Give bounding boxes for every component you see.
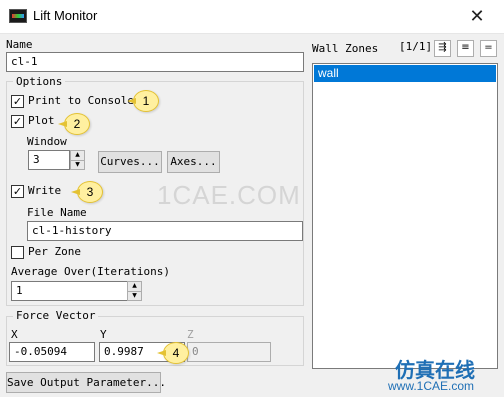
select-all-icon[interactable]: ⇶ [434, 40, 451, 57]
y-label: Y [100, 328, 107, 341]
window-title: Lift Monitor [33, 8, 98, 23]
list-item[interactable]: wall [314, 65, 496, 82]
spin-up-icon[interactable]: ▲ [128, 282, 141, 292]
name-input[interactable]: cl-1 [6, 52, 304, 72]
force-vector-title: Force Vector [13, 309, 99, 322]
wall-zones-list[interactable]: wall [312, 63, 498, 369]
file-name-input[interactable]: cl-1-history [27, 221, 303, 241]
x-label: X [11, 328, 18, 341]
app-icon [9, 9, 27, 23]
force-x-input[interactable]: -0.05094 [9, 342, 95, 362]
average-over-input[interactable]: 1 [11, 281, 128, 301]
wall-zones-count: [1/1] [399, 40, 433, 53]
list-icon[interactable]: ≡ [457, 40, 474, 57]
plot-label: Plot [28, 114, 55, 127]
axes-button[interactable]: Axes... [167, 151, 220, 173]
average-over-spinner[interactable]: ▲ ▼ [127, 281, 142, 301]
average-over-label: Average Over(Iterations) [11, 265, 170, 278]
write-label: Write [28, 184, 62, 197]
watermark: 1CAE.COM [157, 180, 301, 210]
per-zone-label: Per Zone [28, 245, 81, 258]
z-label: Z [187, 328, 194, 341]
file-name-label: File Name [27, 206, 87, 219]
watermark-url: www.1CAE.com [388, 379, 475, 393]
deselect-all-icon[interactable]: = [480, 40, 497, 57]
window-input[interactable]: 3 [28, 150, 70, 170]
print-to-console-checkbox[interactable]: ✓ [11, 95, 24, 108]
spin-down-icon[interactable]: ▼ [128, 292, 141, 301]
close-button[interactable]: ✕ [465, 4, 489, 28]
wall-zones-label: Wall Zones [312, 42, 379, 55]
window-spinner[interactable]: ▲ ▼ [70, 150, 85, 170]
spin-up-icon[interactable]: ▲ [71, 151, 84, 161]
save-output-parameter-button[interactable]: Save Output Parameter... [6, 372, 166, 393]
name-label: Name [6, 38, 33, 51]
callout-4: 4 [157, 342, 189, 364]
options-title: Options [13, 75, 66, 88]
spin-down-icon[interactable]: ▼ [71, 161, 84, 170]
callout-1: 1 [127, 90, 159, 112]
print-to-console-label: Print to Console [28, 94, 134, 107]
write-checkbox[interactable]: ✓ [11, 185, 24, 198]
callout-3: 3 [71, 181, 103, 203]
curves-button[interactable]: Curves... [98, 151, 162, 173]
per-zone-checkbox[interactable] [11, 246, 24, 259]
plot-checkbox[interactable]: ✓ [11, 115, 24, 128]
window-label: Window [27, 135, 67, 148]
force-z-input: 0 [187, 342, 271, 362]
callout-2: 2 [58, 113, 90, 135]
